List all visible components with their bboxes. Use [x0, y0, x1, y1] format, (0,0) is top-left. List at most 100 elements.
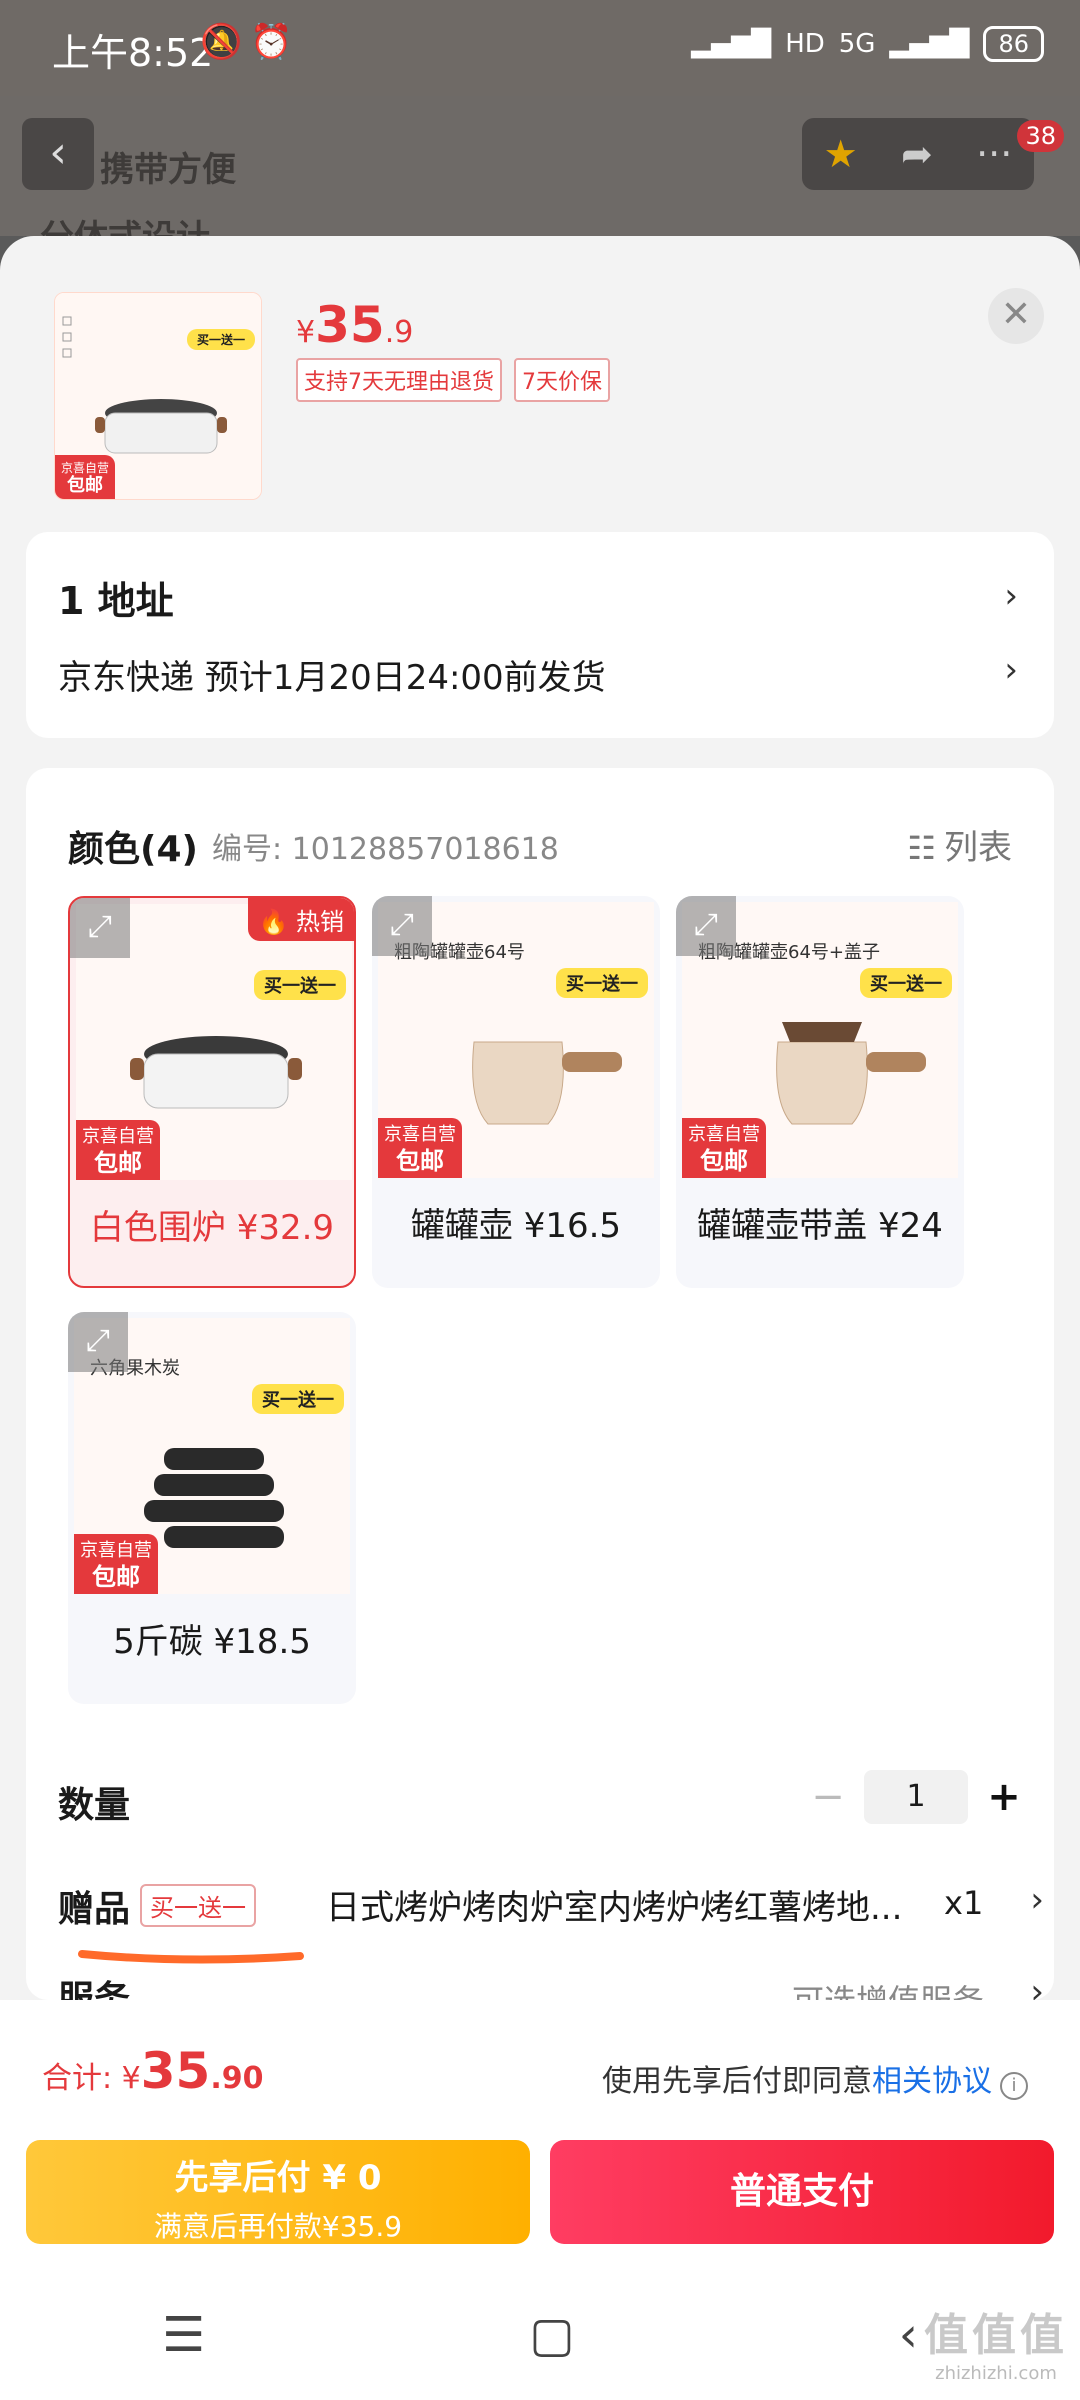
jd-badge-bottom: 包邮: [700, 1147, 748, 1175]
jd-badge-top: 京喜自营: [80, 1540, 152, 1561]
background-page: ‹ 携带方便 分体式设计 ★ ➦ ··· 38: [0, 96, 1080, 258]
color-title: 颜色(4): [68, 829, 198, 870]
color-option-charcoal[interactable]: ⤢ 六角果木炭 买一送一 京喜自营 包邮 5斤碳 ¥18.5: [68, 1312, 356, 1704]
agreement-link[interactable]: 相关协议: [872, 2064, 992, 2099]
watermark-url: zhizhizhi.com: [935, 2363, 1057, 2384]
signal-icon: ▂▄▆█: [691, 29, 772, 59]
option-label: 罐罐壶 ¥16.5: [410, 1206, 622, 1246]
pay-later-button[interactable]: 先享后付 ¥ 0 满意后再付款¥35.9: [26, 2140, 530, 2244]
chevron-right-icon: ›: [1004, 576, 1018, 616]
total-decimal: .90: [210, 2061, 264, 2096]
jd-badge-top: 京喜自营: [82, 1126, 154, 1147]
jd-badge: 京喜自营 包邮: [55, 455, 115, 499]
quantity-plus-button[interactable]: +: [986, 1774, 1022, 1820]
battery-icon: 86: [983, 26, 1044, 62]
total-integer: 35: [140, 2042, 211, 2100]
top-action-group: ★ ➦ ···: [802, 118, 1034, 190]
gift-promo-tag: 买一送一: [140, 1884, 256, 1927]
address-title: 1 地址: [58, 579, 174, 623]
jd-badge: 京喜自营 包邮: [378, 1118, 462, 1178]
list-view-toggle[interactable]: ☷ 列表: [907, 820, 1012, 869]
promo-tag: 买一送一: [252, 1384, 344, 1414]
header-price: ¥35.9: [296, 296, 413, 354]
chevron-right-icon[interactable]: ›: [1030, 1880, 1044, 1920]
quantity-label: 数量: [58, 1785, 131, 1826]
list-icon: ☷: [907, 829, 936, 867]
expand-icon[interactable]: ⤢: [70, 898, 130, 958]
product-thumbnail[interactable]: 买一送一 京喜自营 包邮: [54, 292, 262, 500]
promo-tag: 买一送一: [556, 968, 648, 998]
promo-tag: 买一送一: [860, 968, 952, 998]
jd-badge: 京喜自营 包邮: [74, 1534, 158, 1594]
color-option-pot-with-lid[interactable]: ⤢ 粗陶罐罐壶64号+盖子 买一送一 京喜自营 包邮 罐罐壶带盖 ¥24: [676, 896, 964, 1288]
alarm-icon: ⏰: [250, 22, 293, 62]
share-icon[interactable]: ➦: [901, 132, 933, 176]
quantity-minus-button[interactable]: −: [810, 1774, 846, 1820]
jd-badge-top: 京喜自营: [688, 1124, 760, 1145]
delivery-info: 京东快递 预计1月20日24:00前发货: [58, 658, 606, 698]
gift-label: 赠品: [58, 1889, 131, 1930]
checkout-bar: 合计: ¥35.90 使用先享后付即同意相关协议 i 先享后付 ¥ 0 满意后再付…: [0, 2000, 1080, 2400]
gift-quantity: x1: [944, 1884, 984, 1922]
promo-tag: 买一送一: [186, 329, 255, 350]
hot-label: 热销: [296, 908, 344, 936]
price-integer: 35: [315, 296, 385, 354]
jd-badge-top: 京喜自营: [60, 461, 109, 475]
sku-bottom-sheet: 买一送一 京喜自营 包邮 ¥35.9 支持7天无理由退货 7天价保 ✕ 1 地址…: [0, 236, 1080, 2000]
address-card[interactable]: 1 地址 › 京东快递 预计1月20日24:00前发货 ›: [26, 532, 1054, 738]
close-button[interactable]: ✕: [988, 288, 1044, 344]
pay-later-title: 先享后付 ¥ 0: [174, 2158, 382, 2198]
gift-product-name[interactable]: 日式烤炉烤肉炉室内烤炉烤红薯烤地...: [326, 1880, 936, 1929]
jd-badge-bottom: 包邮: [94, 1149, 142, 1177]
favorite-star-icon[interactable]: ★: [824, 132, 858, 176]
signal-icon-2: ▂▄▆█: [889, 29, 970, 59]
jd-badge-top: 京喜自营: [384, 1124, 456, 1145]
total-label: 合计:: [42, 2061, 122, 2096]
sheet-header: 买一送一 京喜自营 包邮 ¥35.9 支持7天无理由退货 7天价保 ✕: [0, 236, 1080, 536]
watermark: 值值值 zhizhizhi.com: [924, 2299, 1068, 2384]
expand-icon[interactable]: ⤢: [372, 896, 432, 956]
background-text: 携带方便: [100, 150, 236, 190]
back-icon[interactable]: ‹: [899, 2307, 918, 2363]
system-nav-bar: ☰ ▢ ‹: [0, 2270, 1080, 2400]
expand-icon[interactable]: ⤢: [68, 1312, 128, 1372]
status-right: ▂▄▆█ HD 5G ▂▄▆█ 86: [691, 26, 1044, 62]
option-label: 白色围炉 ¥32.9: [89, 1208, 335, 1248]
quantity-input[interactable]: 1: [864, 1770, 968, 1824]
total-symbol: ¥: [121, 2061, 141, 2096]
handdrawn-underline: [78, 1950, 304, 1964]
color-option-white-grill[interactable]: 🔥 热销 ⤢ 买一送一 京喜自营 包邮 白色围炉 ¥32.9: [68, 896, 356, 1288]
network-label: 5G: [838, 29, 876, 59]
more-icon[interactable]: ···: [976, 132, 1012, 176]
option-label: 罐罐壶带盖 ¥24: [697, 1206, 943, 1246]
sku-number: 编号: 10128857018618: [212, 832, 559, 867]
info-icon[interactable]: i: [1000, 2072, 1028, 2100]
quantity-stepper: − 1 +: [810, 1770, 1022, 1824]
home-icon[interactable]: ▢: [529, 2307, 574, 2363]
cart-count-badge: 38: [1017, 120, 1064, 152]
return-tag: 支持7天无理由退货: [296, 358, 502, 402]
status-time: 上午8:52: [52, 31, 214, 75]
status-bar: 上午8:52 🔕 ⏰ ▂▄▆█ HD 5G ▂▄▆█ 86: [0, 0, 1080, 96]
total-price: 合计: ¥35.90: [42, 2042, 264, 2100]
chevron-right-icon: ›: [1004, 650, 1018, 690]
list-label: 列表: [944, 828, 1012, 868]
back-button[interactable]: ‹: [22, 118, 94, 190]
promo-tag: 买一送一: [254, 970, 346, 1000]
option-label: 5斤碳 ¥18.5: [113, 1622, 311, 1662]
jd-badge: 京喜自营 包邮: [682, 1118, 766, 1178]
normal-pay-button[interactable]: 普通支付: [550, 2140, 1054, 2244]
price-decimal: .9: [384, 315, 414, 350]
jd-badge-bottom: 包邮: [92, 1563, 140, 1591]
pay-later-subtitle: 满意后再付款¥35.9: [153, 2210, 403, 2243]
color-option-pot[interactable]: ⤢ 粗陶罐罐壶64号 买一送一 京喜自营 包邮 罐罐壶 ¥16.5: [372, 896, 660, 1288]
price-symbol: ¥: [296, 315, 316, 350]
hot-sale-badge: 🔥 热销: [248, 898, 354, 941]
hd-icon: HD: [785, 29, 825, 59]
menu-icon[interactable]: ☰: [162, 2307, 205, 2363]
expand-icon[interactable]: ⤢: [676, 896, 736, 956]
jd-badge-bottom: 包邮: [67, 475, 103, 496]
jd-badge: 京喜自营 包邮: [76, 1120, 160, 1180]
watermark-logo: 值值值: [924, 2310, 1068, 2361]
agreement-prefix: 使用先享后付即同意: [602, 2064, 872, 2099]
